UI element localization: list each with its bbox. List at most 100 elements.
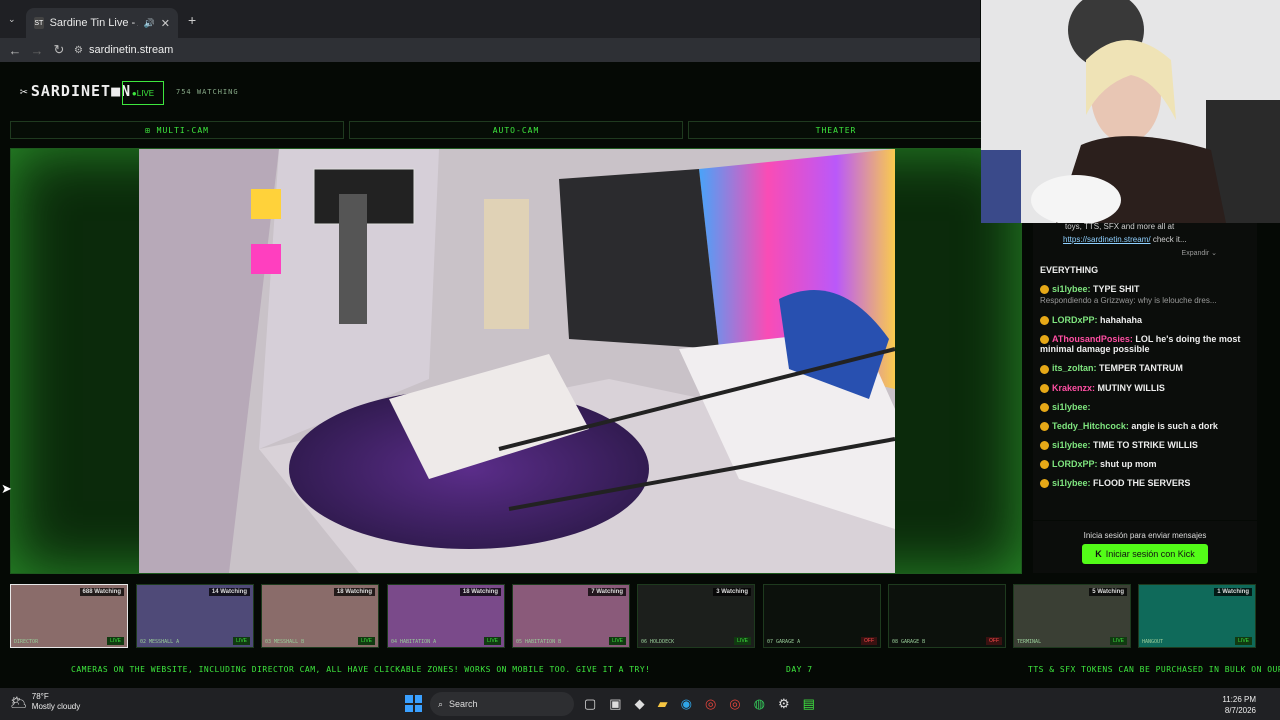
pinned-link[interactable]: https://sardinetin.stream/ — [1063, 235, 1151, 244]
clock-date: 8/7/2026 — [1224, 706, 1256, 715]
chat-panel[interactable]: toys, TTS, SFX and more all at https://s… — [1033, 222, 1257, 520]
thumb-watch-count: 18 Watching — [333, 588, 375, 596]
thumb-status-badge: LIVE — [233, 637, 250, 645]
chat-username[interactable]: AThousandPosies: — [1052, 334, 1133, 344]
news-ticker: CAMERAS ON THE WEBSITE, INCLUDING DIRECT… — [0, 662, 1280, 676]
thumb-camera-name: 06 HOLDDECK — [641, 639, 675, 645]
chat-text: TIME TO STRIKE WILLIS — [1093, 439, 1198, 450]
camera-thumbnail[interactable]: 18 Watching 03 MESSHALL B LIVE — [261, 584, 379, 648]
camera-feed[interactable] — [139, 149, 895, 573]
user-badge-icon — [1040, 316, 1049, 326]
new-tab-icon[interactable]: + — [188, 12, 196, 28]
thumb-status-badge: OFF — [986, 637, 1002, 645]
chat-username[interactable]: si1lybee: — [1052, 402, 1091, 412]
tab-theater[interactable]: THEATER — [688, 121, 984, 139]
task-view-icon[interactable]: ▢ — [584, 696, 596, 712]
thumb-camera-name: TERMINAL — [1017, 639, 1042, 645]
site-info-icon[interactable]: ⚙ — [74, 45, 83, 56]
settings-icon[interactable]: ⚙ — [778, 696, 790, 712]
user-badge-icon — [1040, 335, 1049, 345]
kick-login-button[interactable]: K Iniciar sesión con Kick — [1082, 544, 1208, 564]
chat-text: FLOOD THE SERVERS — [1093, 478, 1191, 489]
camera-thumbnail[interactable]: 688 Watching DIRECTOR LIVE — [10, 584, 128, 648]
thumb-status-badge: LIVE — [734, 637, 751, 645]
thumb-watch-count: 3 Watching — [713, 588, 751, 596]
thumb-status-badge: LIVE — [358, 637, 375, 645]
expand-label: Expandir — [1181, 250, 1210, 257]
camera-thumbnail[interactable]: 7 Watching 05 HABITATION B LIVE — [512, 584, 630, 648]
camera-thumbnail[interactable]: 3 Watching 06 HOLDDECK LIVE — [637, 584, 755, 648]
chat-username[interactable]: LORDxPP: — [1052, 315, 1098, 325]
video-player[interactable] — [10, 148, 1022, 574]
chat-username[interactable]: si1lybee: — [1052, 440, 1091, 450]
tab-title: Sardine Tin Live - All Rooms — [49, 17, 138, 29]
chrome-profile-icon[interactable]: ◎ — [729, 696, 740, 712]
user-badge-icon — [1040, 402, 1049, 412]
site-logo[interactable]: ✂ SARDINET■N — [20, 82, 131, 100]
back-icon[interactable]: ← — [4, 43, 26, 58]
chat-message: AThousandPosies: LOL he's doing the most… — [1040, 334, 1257, 354]
kick-icon: K — [1095, 549, 1102, 559]
weather-icon: 🌥 — [10, 693, 28, 710]
chat-message: si1lybee: TIME TO STRIKE WILLIS — [1040, 440, 1257, 450]
chrome-icon[interactable]: ◎ — [705, 696, 716, 712]
chat-username[interactable]: si1lybee: — [1052, 478, 1091, 488]
speaker-icon[interactable]: 🔊 — [144, 18, 155, 29]
kick-login-label: Iniciar sesión con Kick — [1105, 549, 1195, 559]
camera-thumbnail[interactable]: 07 GARAGE A OFF — [763, 584, 881, 648]
camera-thumbnail[interactable]: 18 Watching 04 HABITATION A LIVE — [387, 584, 505, 648]
thumb-status-badge: LIVE — [1110, 637, 1127, 645]
ticker-left: CAMERAS ON THE WEBSITE, INCLUDING DIRECT… — [71, 665, 651, 674]
thumb-status-badge: OFF — [861, 637, 877, 645]
chat-username[interactable]: si1lybee: — [1052, 284, 1091, 294]
address-bar: ← → ↻ ⚙ sardinetin.stream — [0, 38, 980, 62]
chat-username[interactable]: its_zoltan: — [1052, 363, 1097, 373]
expand-button[interactable]: Expandir ⌄ — [1033, 249, 1217, 257]
room-scene-image — [139, 149, 895, 573]
thumb-camera-name: HANGOUT — [1142, 639, 1164, 645]
copilot-icon[interactable]: ◆ — [635, 696, 645, 712]
chat-username[interactable]: Krakenzx: — [1052, 383, 1095, 393]
tab-multi-cam[interactable]: ⊞ MULTI-CAM — [10, 121, 344, 139]
chat-message: LORDxPP: hahahaha — [1040, 315, 1257, 326]
weather-desc: Mostly cloudy — [31, 702, 81, 711]
chat-username[interactable]: LORDxPP: — [1052, 459, 1098, 469]
tab-list-icon[interactable]: ⌄ — [8, 14, 16, 25]
chat-message: si1lybee: — [1040, 402, 1257, 412]
streamer-webcam — [981, 0, 1280, 223]
url-field[interactable]: sardinetin.stream — [89, 44, 173, 56]
user-badge-icon — [1040, 479, 1049, 489]
weather-widget[interactable]: 🌥 78°F Mostly cloudy — [10, 692, 80, 712]
camera-thumbnail[interactable]: 1 Watching HANGOUT LIVE — [1138, 584, 1256, 648]
chat-message: EVERYTHING — [1040, 265, 1257, 275]
camera-thumbnail[interactable]: 5 Watching TERMINAL LIVE — [1013, 584, 1131, 648]
chat-message: si1lybee: TYPE SHIT — [1040, 284, 1257, 295]
stream-app-icon[interactable]: ▤ — [803, 696, 815, 712]
chat-username[interactable]: Teddy_Hitchcock: — [1052, 421, 1129, 431]
chat-text: TYPE SHIT — [1093, 284, 1140, 294]
clock[interactable]: 11:26 PM 8/7/2026 — [1222, 694, 1256, 716]
whatsapp-icon[interactable]: ◍ — [754, 696, 765, 712]
user-badge-icon — [1040, 460, 1049, 470]
windows-start-icon[interactable] — [405, 695, 422, 712]
camera-thumbnail[interactable]: 14 Watching 02 MESSHALL A LIVE — [136, 584, 254, 648]
forward-icon[interactable]: → — [26, 43, 48, 58]
thumb-watch-count: 5 Watching — [1089, 588, 1127, 596]
taskbar-search[interactable]: ⌕ Search — [430, 692, 574, 716]
edge-icon[interactable]: ◉ — [681, 696, 692, 712]
close-tab-icon[interactable]: ✕ — [161, 17, 170, 30]
camera-thumbnail[interactable]: 08 GARAGE B OFF — [888, 584, 1006, 648]
chat-message: Teddy_Hitchcock: angie is such a dork — [1040, 421, 1257, 431]
user-badge-icon — [1040, 383, 1049, 393]
chat-messages: EVERYTHING si1lybee: TYPE SHIT Respondiend… — [1033, 265, 1257, 489]
chat-text: hahahaha — [1100, 315, 1143, 326]
tab-auto-cam[interactable]: AUTO-CAM — [349, 121, 683, 139]
file-explorer-icon[interactable]: ▰ — [658, 696, 668, 712]
pinned-text: toys, TTS, SFX and more all at — [1065, 222, 1175, 231]
ticker-day: DAY 7 — [786, 665, 813, 674]
chat-message: si1lybee: FLOOD THE SERVERS — [1040, 478, 1257, 489]
widgets-icon[interactable]: ▣ — [609, 696, 621, 712]
chat-text: MUTINY WILLIS — [1097, 382, 1165, 393]
reload-icon[interactable]: ↻ — [48, 42, 70, 58]
browser-tab[interactable]: ST Sardine Tin Live - All Rooms 🔊 ✕ — [26, 8, 178, 38]
